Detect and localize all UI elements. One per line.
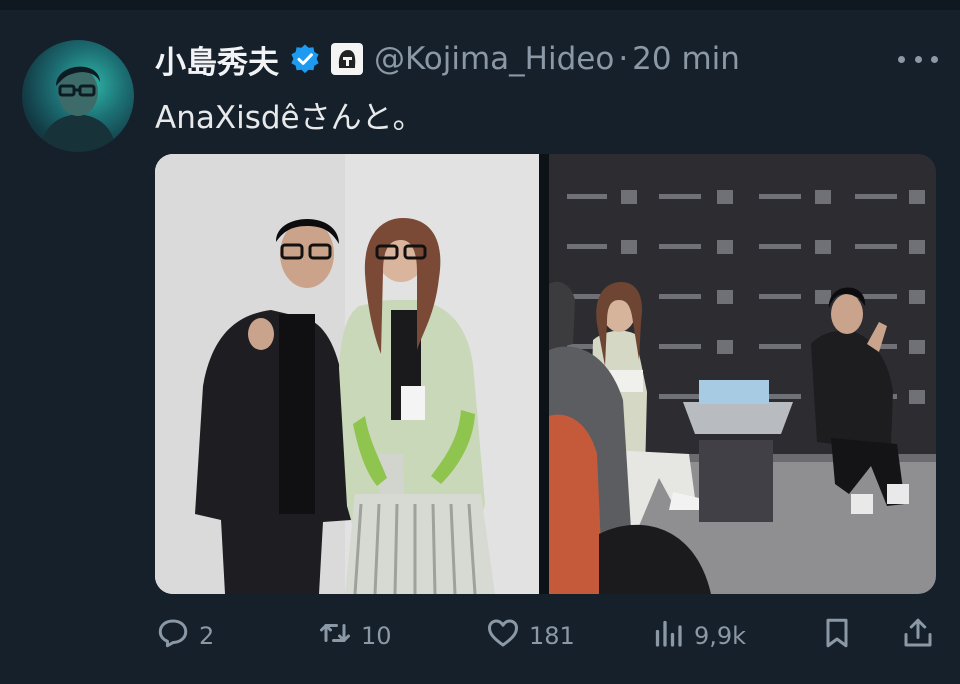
share-icon <box>900 615 936 657</box>
reply-count: 2 <box>199 622 215 650</box>
action-bar: 2 10 181 9,9k <box>155 614 936 658</box>
views-button[interactable]: 9,9k <box>650 614 746 658</box>
photo-panel[interactable] <box>549 154 936 594</box>
bookmark-icon <box>819 615 855 657</box>
more-dots-icon[interactable] <box>898 44 938 74</box>
like-button[interactable]: 181 <box>485 614 575 658</box>
retweet-count: 10 <box>361 622 392 650</box>
reply-button[interactable]: 2 <box>155 614 214 658</box>
media-grid <box>155 154 936 594</box>
retweet-button[interactable]: 10 <box>317 614 392 658</box>
photo-portrait[interactable] <box>155 154 539 594</box>
separator-dot: · <box>618 41 629 77</box>
author-handle[interactable]: @Kojima_Hideo <box>374 41 614 77</box>
bookmark-button[interactable] <box>819 614 855 658</box>
heart-icon <box>485 615 521 657</box>
tweet-text: AnaXisdêさんと。 <box>155 100 424 136</box>
retweet-icon <box>317 615 353 657</box>
avatar[interactable] <box>22 40 134 152</box>
views-count: 9,9k <box>694 622 747 650</box>
helmet-affiliate-icon[interactable] <box>331 43 363 75</box>
author-name[interactable]: 小島秀夫 <box>155 37 279 82</box>
reply-icon <box>155 615 191 657</box>
share-button[interactable] <box>900 614 936 658</box>
timestamp[interactable]: 20 min <box>632 41 740 77</box>
like-count: 181 <box>529 622 575 650</box>
tweet-header: 小島秀夫 @Kojima_Hideo · 20 min <box>155 36 740 82</box>
top-divider <box>0 0 960 10</box>
views-icon <box>650 615 686 657</box>
verified-badge-icon <box>289 43 321 75</box>
